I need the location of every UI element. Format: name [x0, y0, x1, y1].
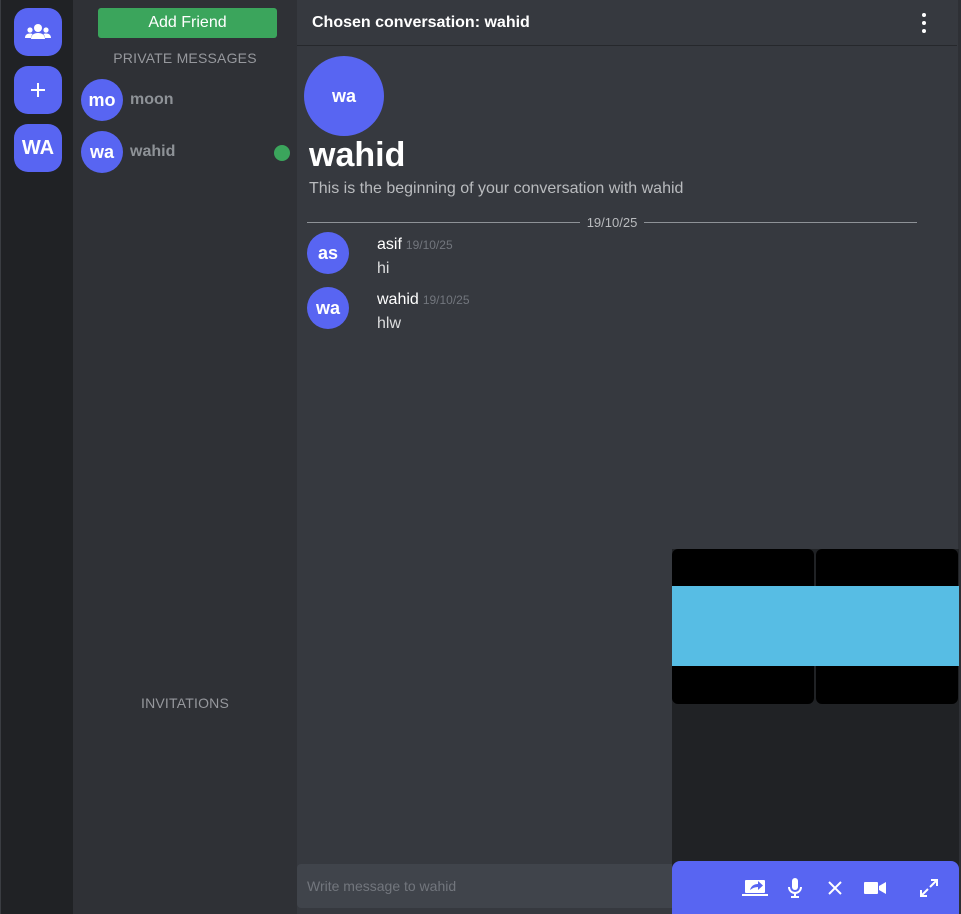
screen-share-button[interactable]: [742, 875, 768, 901]
message-author[interactable]: wahid: [377, 291, 419, 308]
message-composer: [297, 864, 677, 908]
message: as asif 19/10/25 hi: [307, 232, 907, 278]
microphone-icon: [788, 878, 802, 898]
invitations-label: INVITATIONS: [140, 695, 230, 711]
call-panel: [672, 549, 959, 914]
more-options-icon[interactable]: [921, 13, 927, 33]
dm-name: moon: [130, 91, 174, 108]
message-author[interactable]: asif: [377, 236, 402, 253]
user-avatar-button[interactable]: WA: [14, 124, 62, 172]
expand-icon: [920, 879, 938, 897]
add-server-button[interactable]: [14, 66, 62, 114]
conversation-avatar: wa: [304, 56, 384, 136]
dm-name: wahid: [130, 143, 176, 160]
message-timestamp: 19/10/25: [422, 293, 470, 307]
date-divider: 19/10/25: [307, 213, 918, 231]
dm-item-moon[interactable]: mo moon: [81, 78, 293, 122]
avatar: as: [307, 232, 349, 274]
conversation-intro: This is the beginning of your conversati…: [309, 180, 684, 197]
server-rail: WA: [0, 0, 73, 914]
friends-button[interactable]: [14, 8, 62, 56]
dm-item-wahid[interactable]: wa wahid: [81, 130, 293, 174]
avatar: mo: [81, 79, 123, 121]
message: wa wahid 19/10/25 hlw: [307, 287, 907, 333]
camera-button[interactable]: [862, 875, 888, 901]
video-camera-icon: [864, 882, 886, 894]
avatar: wa: [307, 287, 349, 329]
add-friend-button[interactable]: Add Friend: [98, 8, 277, 38]
dm-sidebar: Add Friend PRIVATE MESSAGES mo moon wa w…: [73, 0, 297, 914]
chat-header: Chosen conversation: wahid: [297, 0, 957, 46]
chat-title: Chosen conversation: wahid: [312, 13, 530, 31]
message-text: hlw: [377, 315, 402, 332]
message-input[interactable]: [297, 864, 677, 908]
message-timestamp: 19/10/25: [405, 238, 453, 252]
conversation-name: wahid: [309, 136, 406, 174]
avatar: wa: [81, 131, 123, 173]
date-divider-label: 19/10/25: [586, 214, 638, 230]
close-icon: [828, 881, 842, 895]
private-messages-label: PRIVATE MESSAGES: [113, 50, 257, 66]
friends-icon: [25, 24, 51, 39]
fullscreen-button[interactable]: [916, 875, 942, 901]
microphone-button[interactable]: [782, 875, 808, 901]
screen-share-icon: [742, 880, 768, 896]
online-status-indicator: [274, 145, 290, 161]
message-text: hi: [377, 260, 390, 277]
end-call-button[interactable]: [822, 875, 848, 901]
call-controls: [672, 861, 959, 914]
video-stream: [672, 586, 959, 666]
plus-icon: [31, 83, 45, 97]
